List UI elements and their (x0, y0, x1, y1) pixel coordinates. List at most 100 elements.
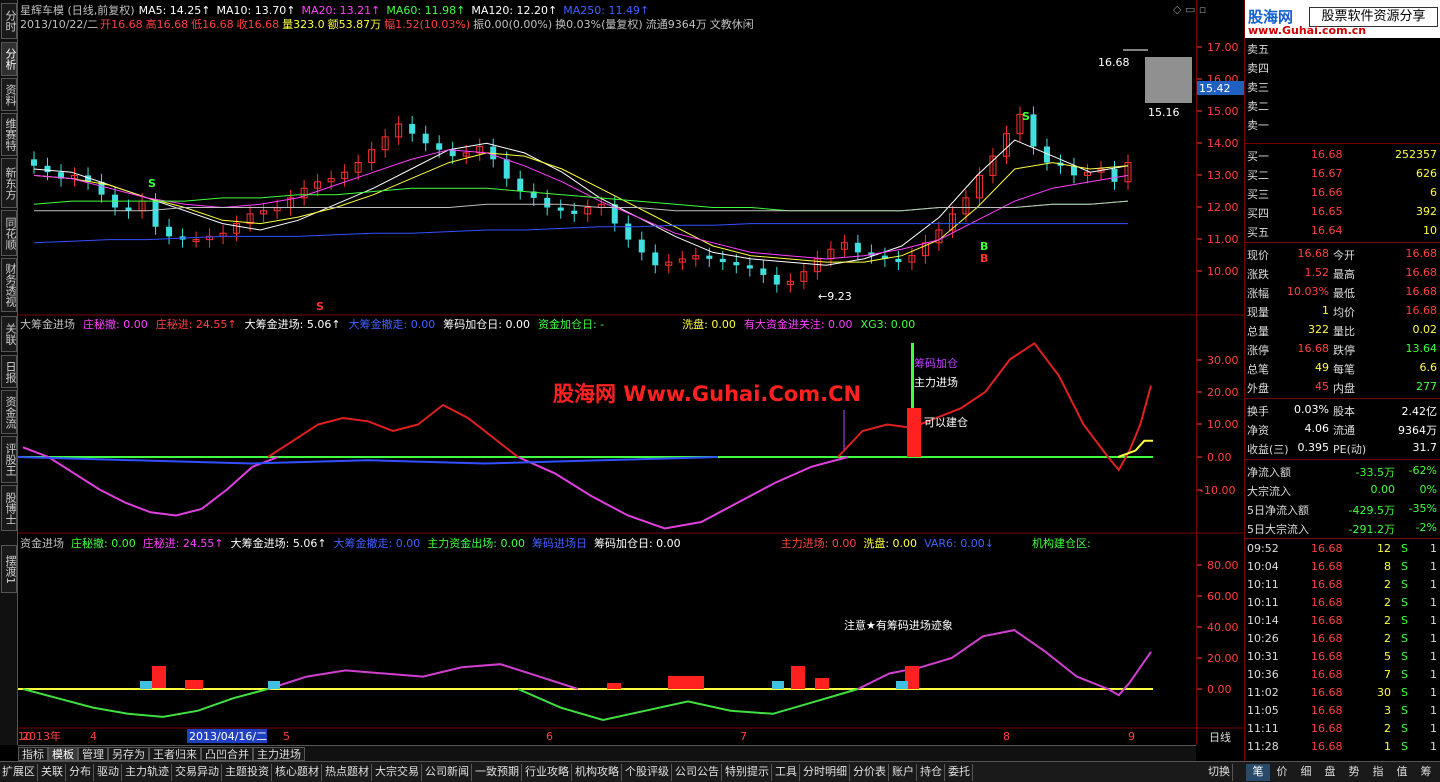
tick-price: 16.68 (1311, 740, 1343, 753)
right-tab[interactable]: 盘 (1318, 764, 1342, 781)
tick-time: 11:02 (1247, 686, 1279, 699)
stat-value: 6.6 (1419, 361, 1438, 374)
nav-item[interactable]: 分价表 (851, 764, 889, 781)
tick-price: 16.68 (1311, 722, 1343, 735)
nav-item[interactable]: 分时明细 (801, 764, 850, 781)
nav-item[interactable]: 扩展区 (0, 764, 38, 781)
indicator-tab[interactable]: 凸凹合并 (201, 747, 253, 761)
stat-value: 16.68 (1405, 304, 1438, 317)
nav-item[interactable]: 公司公告 (673, 764, 722, 781)
indicator-tab[interactable]: 主力进场 (253, 747, 305, 761)
ind1-axis-label: 10.00 (1207, 418, 1239, 431)
ind2-axis-label: 40.00 (1207, 621, 1239, 634)
left-tab-12[interactable]: 摆渡1 (1, 545, 17, 593)
stat-value: 322 (1308, 323, 1329, 336)
ohlc-value: 幅1.52(10.03%) (384, 18, 471, 31)
period-label[interactable]: 日线 (1209, 730, 1231, 744)
nav-item[interactable]: 驱动 (95, 764, 122, 781)
nav-item[interactable]: 特别提示 (723, 764, 772, 781)
nav-item[interactable]: 核心题材 (273, 764, 322, 781)
candle (895, 258, 902, 263)
left-tab-4[interactable]: 新东方 (1, 158, 17, 208)
right-tab[interactable]: 势 (1342, 764, 1366, 781)
stat2-row: 净资 4.06 流通 9364万 (1245, 419, 1440, 438)
nav-item[interactable]: 主题投资 (223, 764, 272, 781)
price-axis-label: 11.00 (1207, 233, 1239, 246)
left-tab-11[interactable]: 股博士 (1, 485, 17, 531)
ind2-label: 主力进场: 0.00 (780, 537, 857, 550)
nav-item[interactable]: 主力轨迹 (123, 764, 172, 781)
bid-volume: 10 (1423, 224, 1437, 237)
nav-item[interactable]: 行业攻略 (523, 764, 572, 781)
logo-url: www.Guhai.com.cn (1248, 24, 1367, 37)
nav-item[interactable]: 切换 (1206, 764, 1233, 781)
ind2-bar (152, 666, 166, 688)
tick-flag: S (1401, 704, 1408, 717)
ohlc-value: 量323.0 (282, 18, 325, 31)
left-tab-8[interactable]: 日报 (1, 355, 17, 388)
candle (1111, 168, 1118, 182)
right-tab[interactable]: 筹 (1414, 764, 1438, 781)
nav-item[interactable]: 热点题材 (323, 764, 372, 781)
tick-volume: 2 (1384, 632, 1391, 645)
left-tab-0[interactable]: 分时 (1, 3, 17, 39)
right-tab[interactable]: 指 (1366, 764, 1390, 781)
right-tab[interactable]: 价 (1270, 764, 1294, 781)
right-tab[interactable]: 值 (1390, 764, 1414, 781)
left-tab-1[interactable]: 分析 (1, 42, 17, 76)
left-tab-5[interactable]: 同花顺 (1, 210, 17, 256)
right-tab[interactable]: 笔 (1246, 764, 1270, 781)
nav-item[interactable]: 账户 (890, 764, 917, 781)
ind1-label: 大筹金撤走: 0.00 (348, 318, 436, 331)
tick-flag: S (1401, 632, 1408, 645)
nav-item[interactable]: 一致预期 (473, 764, 522, 781)
stat-label: 外盘 (1247, 382, 1269, 395)
bid-price: 16.68 (1311, 148, 1343, 161)
tick-flag: S (1401, 578, 1408, 591)
note-main-enter: 主力进场 (914, 375, 958, 389)
stat-label: 涨幅 (1247, 287, 1269, 300)
tick-time: 11:05 (1247, 704, 1279, 717)
indicator-tab[interactable]: 模板 (48, 747, 78, 761)
left-tab-10[interactable]: 评股王 (1, 436, 17, 483)
nav-item[interactable]: 个股评级 (623, 764, 672, 781)
right-tab[interactable]: 细 (1294, 764, 1318, 781)
nav-item[interactable]: 委托 (946, 764, 973, 781)
indicator-tab[interactable]: 指标 (18, 747, 48, 761)
tick-time: 10:11 (1247, 578, 1279, 591)
tick-count: 1 (1430, 650, 1437, 663)
nav-item[interactable]: 关联 (39, 764, 66, 781)
tick-price: 16.68 (1311, 560, 1343, 573)
tick-flag: S (1401, 686, 1408, 699)
left-tab-7[interactable]: 关联 (1, 316, 17, 352)
left-tab-6[interactable]: 财务透视 (1, 258, 17, 312)
flow-value: 0.00 (1370, 483, 1396, 496)
nav-item[interactable]: 机构攻略 (573, 764, 622, 781)
ind2-label: 庄秘进: 24.55↑ (142, 537, 224, 550)
nav-item[interactable]: 工具 (773, 764, 800, 781)
nav-item[interactable]: 大宗交易 (373, 764, 422, 781)
watermark-text: 股海网 Www.Guhai.Com.CN (553, 382, 862, 406)
stat-value: 10.03% (1287, 285, 1329, 298)
stat2-value: 31.7 (1412, 441, 1438, 454)
nav-item[interactable]: 分布 (67, 764, 94, 781)
tick-flag: S (1401, 722, 1408, 735)
candle (517, 178, 524, 192)
tick-volume: 3 (1384, 704, 1391, 717)
nav-item[interactable]: 公司新闻 (423, 764, 472, 781)
tick-time: 10:31 (1247, 650, 1279, 663)
chart-canvas[interactable]: 16.6815.16←9.23SSSBB筹码加仓主力进场可以建仓注意★有筹码进场… (17, 0, 1196, 745)
indicator-tab[interactable]: 管理 (78, 747, 108, 761)
nav-item[interactable]: 交易异动 (173, 764, 222, 781)
chart-area[interactable]: 16.68 15.16 ←9.23 S S S B B 筹码加仓 主力进场 可以建仓 注意★有筹码进场… (17, 0, 1206, 745)
stat-row: 涨幅 10.03% 最低 16.68 (1245, 282, 1440, 301)
left-tab-9[interactable]: 资金流 (1, 390, 17, 434)
flow-value: -429.5万 (1348, 504, 1395, 517)
tick-volume: 2 (1384, 596, 1391, 609)
nav-item[interactable]: 持仓 (918, 764, 945, 781)
indicator-tab[interactable]: 王者归来 (149, 747, 201, 761)
left-tab-2[interactable]: 资料 (1, 78, 17, 111)
left-tab-3[interactable]: 维赛特 (1, 113, 17, 156)
stat-value: 16.68 (1297, 247, 1330, 260)
indicator-tab[interactable]: 另存为 (108, 747, 149, 761)
